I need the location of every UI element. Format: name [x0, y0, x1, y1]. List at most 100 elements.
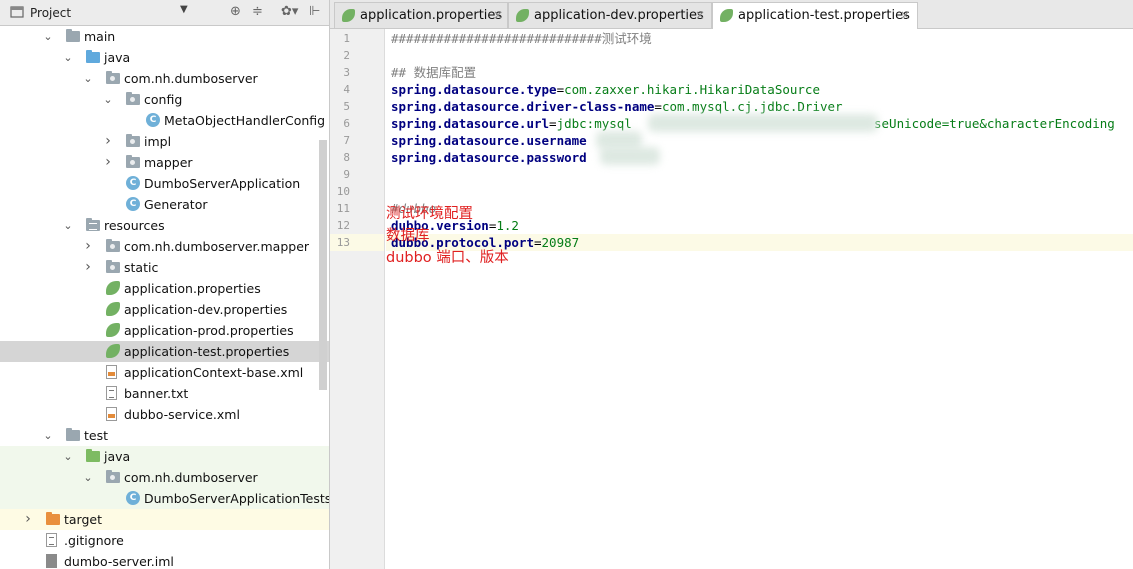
folder-icon [66, 29, 80, 42]
tree-item[interactable]: › impl [0, 131, 329, 152]
code-token: ## 数据库配置 [391, 65, 477, 80]
code-line[interactable] [386, 183, 1133, 200]
tree-item-label: test [84, 428, 109, 443]
chevron-down-icon[interactable]: ⌄ [82, 68, 94, 89]
chevron-down-icon[interactable]: ⌄ [62, 215, 74, 236]
chevron-right-icon[interactable]: › [102, 131, 114, 152]
tab-label: application.properties [360, 8, 503, 23]
hide-panel-icon[interactable]: ⊩ [309, 4, 320, 19]
code-token: = [654, 99, 662, 114]
chevron-down-icon[interactable]: ⌄ [82, 467, 94, 488]
code-line[interactable]: spring.datasource.password [386, 149, 1133, 166]
collapse-all-icon[interactable]: ≑ [252, 4, 263, 19]
spring-leaf-icon [106, 344, 120, 358]
tree-item-label: static [124, 260, 159, 275]
tree-item[interactable]: › static [0, 257, 329, 278]
tree-item-label: dumbo-server.iml [64, 554, 174, 569]
tree-item-label: com.nh.dumboserver [124, 470, 258, 485]
chevron-right-icon[interactable]: › [82, 236, 94, 257]
chevron-down-icon[interactable]: ⌄ [62, 446, 74, 467]
project-header: Project ▼ ⊕ ≑ ✿▾ ⊩ [0, 0, 329, 26]
close-icon[interactable]: × [695, 3, 705, 28]
spring-leaf-icon [342, 9, 355, 22]
tree-item-label: java [104, 50, 131, 65]
code-line[interactable] [386, 47, 1133, 64]
tree-item[interactable]: application-test.properties [0, 341, 329, 362]
folder-icon [86, 50, 100, 63]
code-token: com.mysql.cj.jdbc.Driver [661, 99, 843, 114]
tree-item[interactable]: ⌄ resources [0, 215, 329, 236]
tree-item[interactable]: ⌄ com.nh.dumboserver [0, 467, 329, 488]
tree-item[interactable]: applicationContext-base.xml [0, 362, 329, 383]
chevron-down-icon[interactable]: ⌄ [62, 47, 74, 68]
tree-item[interactable]: .gitignore [0, 530, 329, 551]
package-icon [106, 71, 120, 84]
code-token: = [556, 82, 565, 97]
package-icon [126, 92, 140, 105]
code-line-text: spring.datasource.url=jdbc:mysql [391, 115, 632, 132]
chevron-down-icon[interactable]: ⌄ [42, 26, 54, 47]
code-line[interactable]: ############################测试环境 [386, 30, 1133, 47]
text-file-icon [106, 386, 117, 400]
chevron-down-icon[interactable]: ⌄ [102, 89, 114, 110]
code-token: seUnicode=true&characterEncoding [874, 116, 1115, 131]
code-line[interactable]: ## 数据库配置 [386, 64, 1133, 81]
tree-item-label: MetaObjectHandlerConfig [164, 113, 326, 128]
tree-item[interactable]: C MetaObjectHandlerConfig [0, 110, 329, 131]
gear-icon[interactable]: ✿▾ [281, 4, 298, 19]
spring-leaf-icon [106, 323, 120, 337]
tree-item-label: mapper [144, 155, 193, 170]
package-icon [106, 470, 120, 483]
code-line-text: ############################测试环境 [391, 30, 652, 47]
tree-item[interactable]: dubbo-service.xml [0, 404, 329, 425]
code-token: spring.datasource.type [391, 82, 557, 97]
close-icon[interactable]: × [900, 3, 910, 28]
tab-application-test-properties[interactable]: application-test.properties × [712, 2, 918, 29]
tree-item[interactable]: application-dev.properties [0, 299, 329, 320]
tree-item[interactable]: banner.txt [0, 383, 329, 404]
close-icon[interactable]: × [493, 3, 503, 28]
spring-leaf-icon [106, 281, 120, 295]
tree-scrollbar[interactable] [319, 140, 327, 390]
tree-item[interactable]: ⌄ test [0, 425, 329, 446]
tab-application-dev-properties[interactable]: application-dev.properties × [508, 2, 712, 28]
chevron-down-icon[interactable]: ▼ [180, 4, 188, 15]
tree-item[interactable]: › target [0, 509, 329, 530]
line-number: 10 [336, 185, 350, 198]
chevron-right-icon[interactable]: › [102, 152, 114, 173]
tree-item[interactable]: ⌄ main [0, 26, 329, 47]
tree-item[interactable]: C DumboServerApplicationTests [0, 488, 329, 509]
code-line[interactable] [386, 166, 1133, 183]
tree-item[interactable]: dumbo-server.iml [0, 551, 329, 569]
tree-item[interactable]: ⌄ com.nh.dumboserver [0, 68, 329, 89]
code-line[interactable]: spring.datasource.driver-class-name=com.… [386, 98, 1133, 115]
code-line-text: spring.datasource.type=com.zaxxer.hikari… [391, 81, 820, 98]
tree-item[interactable]: application.properties [0, 278, 329, 299]
code-line-text: spring.datasource.username [391, 132, 587, 149]
chevron-right-icon[interactable]: › [22, 509, 34, 530]
tab-application-properties[interactable]: application.properties × [334, 2, 508, 28]
tree-item[interactable]: ⌄ java [0, 446, 329, 467]
project-view-icon [10, 5, 24, 19]
project-title[interactable]: Project [30, 6, 71, 20]
spring-leaf-icon [720, 9, 733, 22]
line-number: 4 [343, 83, 350, 96]
chevron-right-icon[interactable]: › [82, 257, 94, 278]
xml-file-icon [106, 407, 117, 421]
tree-item[interactable]: › mapper [0, 152, 329, 173]
tree-item[interactable]: application-prod.properties [0, 320, 329, 341]
tree-item[interactable]: C DumboServerApplication [0, 173, 329, 194]
tree-item-label: application-test.properties [124, 344, 290, 359]
locate-icon[interactable]: ⊕ [230, 4, 241, 19]
tree-item[interactable]: ⌄ config [0, 89, 329, 110]
code-line[interactable]: spring.datasource.username [386, 132, 1133, 149]
tree-item-label: application-prod.properties [124, 323, 294, 338]
code-line[interactable]: spring.datasource.type=com.zaxxer.hikari… [386, 81, 1133, 98]
tree-item[interactable]: ⌄ java [0, 47, 329, 68]
line-number: 3 [343, 66, 350, 79]
line-number: 11 [336, 202, 350, 215]
code-area[interactable]: ############################测试环境 ## 数据库配置… [386, 29, 1133, 569]
tree-item[interactable]: › com.nh.dumboserver.mapper [0, 236, 329, 257]
chevron-down-icon[interactable]: ⌄ [42, 425, 54, 446]
tree-item[interactable]: C Generator [0, 194, 329, 215]
